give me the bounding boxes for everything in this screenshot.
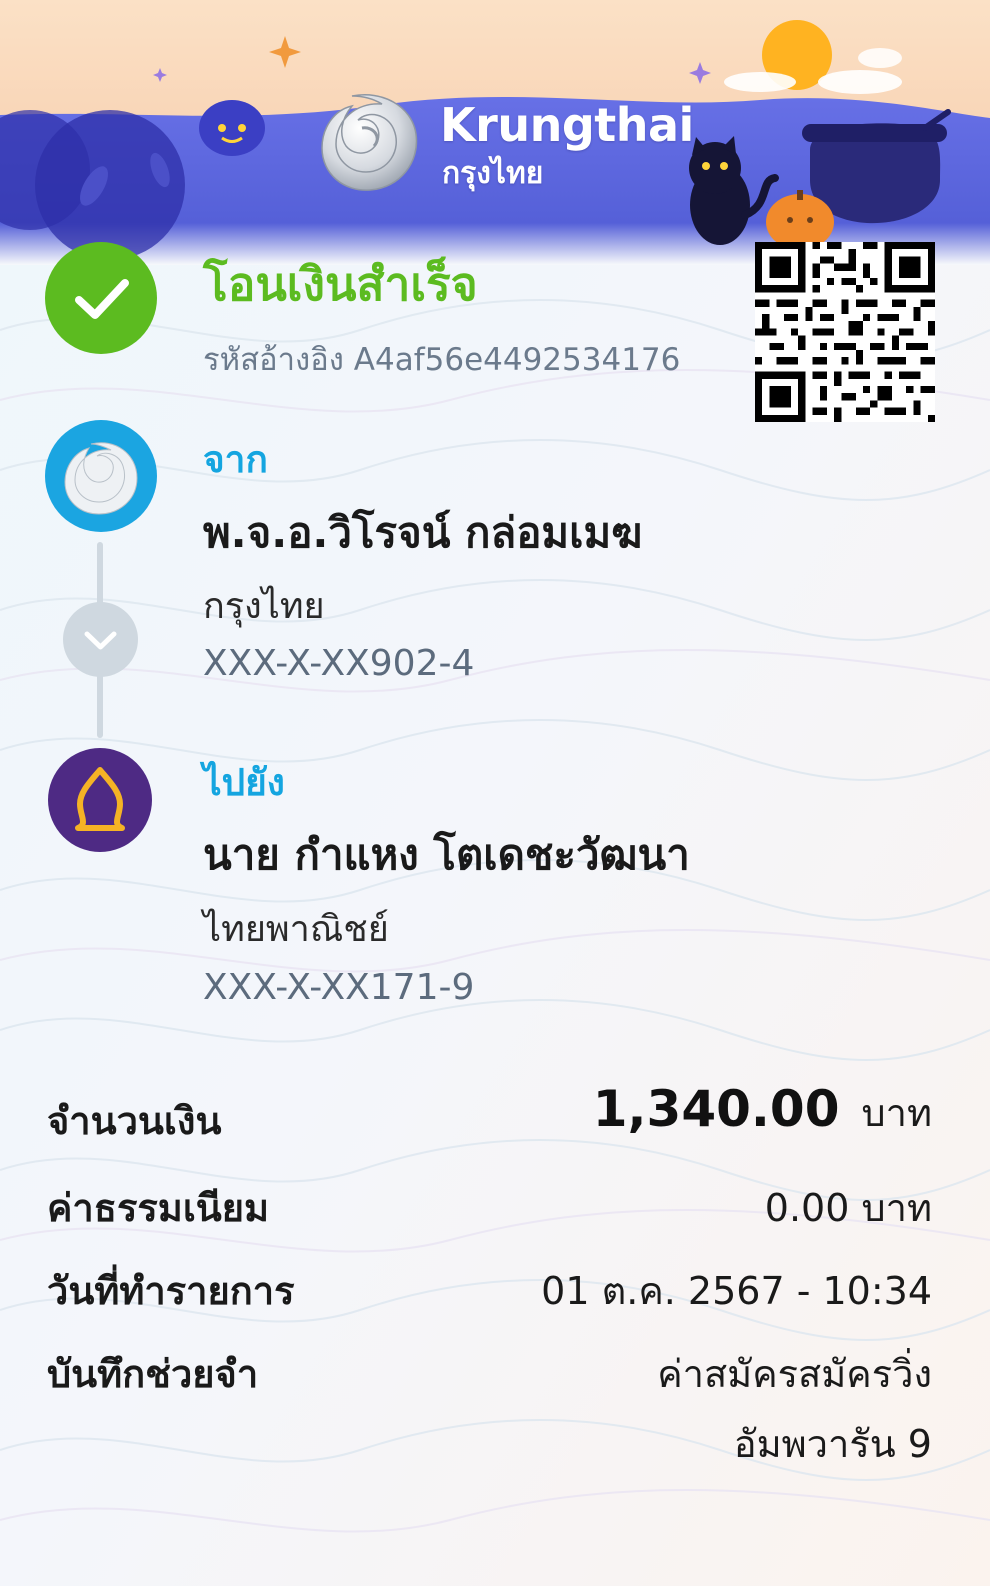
- from-label: จาก: [203, 438, 268, 481]
- fee-label: ค่าธรรมเนียม: [47, 1186, 270, 1230]
- fee-value: 0.00 บาท: [764, 1186, 932, 1230]
- brand-name-thai: กรุงไทย: [442, 156, 544, 191]
- memo-label: บันทึกช่วยจำ: [47, 1352, 259, 1396]
- chevron-down-icon: [63, 602, 138, 677]
- date-value: 01 ต.ค. 2567 - 10:34: [541, 1269, 932, 1313]
- amount-value: 1,340.00: [592, 1080, 840, 1138]
- recipient-account: XXX-X-XX171-9: [203, 967, 475, 1008]
- amount-label: จำนวนเงิน: [47, 1099, 222, 1143]
- brand-name: Krungthai: [440, 98, 694, 152]
- krungthai-logo-icon: [321, 94, 418, 191]
- date-label: วันที่ทำรายการ: [47, 1269, 295, 1313]
- krungthai-bank-logo-icon: [45, 420, 157, 532]
- sender-name: พ.จ.อ.วิโรจน์ กล่อมเมฆ: [203, 508, 643, 557]
- to-label: ไปยัง: [203, 761, 285, 804]
- success-check-icon: [45, 242, 157, 354]
- sender-account: XXX-X-XX902-4: [203, 643, 475, 684]
- memo-value-line1: ค่าสมัครสมัครวิ่ง: [657, 1352, 932, 1396]
- recipient-bank: ไทยพาณิชย์: [203, 909, 389, 950]
- amount-unit: บาท: [861, 1091, 932, 1135]
- scb-bank-logo-icon: [48, 748, 152, 852]
- reference-number: รหัสอ้างอิง A4af56e4492534176: [203, 342, 681, 378]
- status-title: โอนเงินสำเร็จ: [203, 257, 478, 311]
- recipient-name: นาย กำแหง โตเดชะวัฒนา: [203, 830, 690, 879]
- amount-value-group: 1,340.00 บาท: [593, 1080, 932, 1143]
- memo-value-line2: อัมพวารัน 9: [733, 1422, 932, 1466]
- qr-code: [755, 242, 935, 422]
- sender-bank: กรุงไทย: [203, 586, 325, 627]
